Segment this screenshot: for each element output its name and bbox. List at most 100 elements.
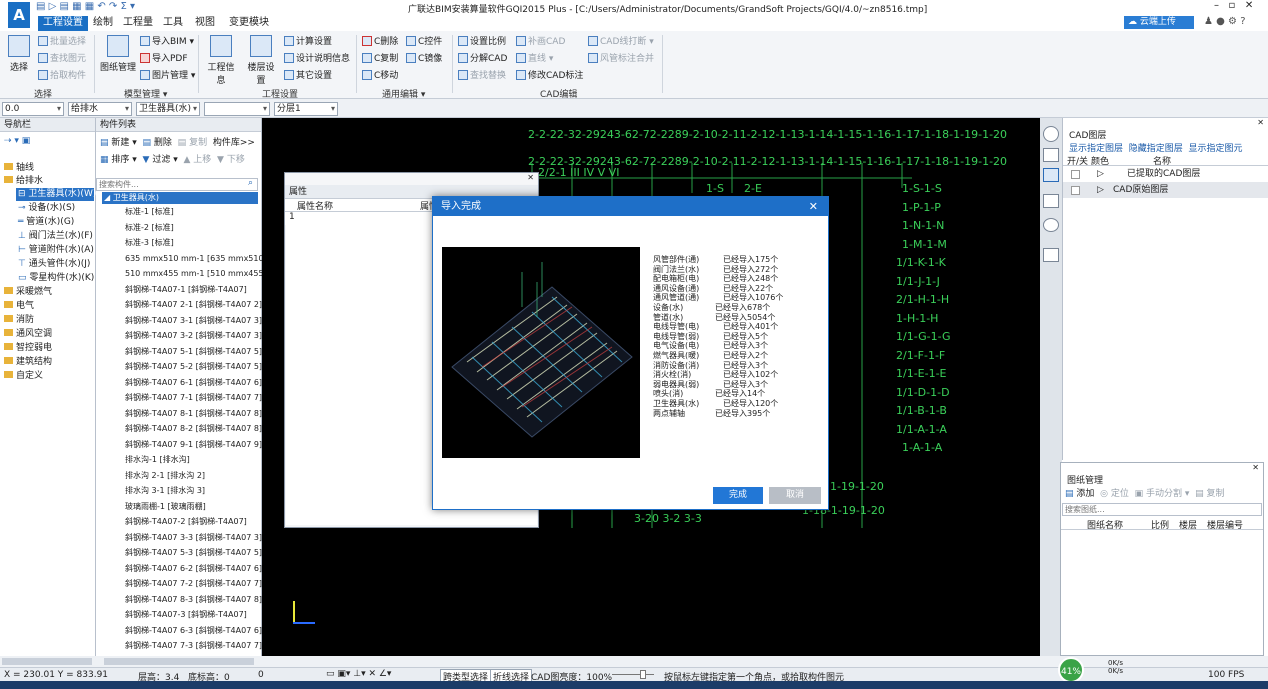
cloud-upload-button[interactable]: ☁ 云端上传 [1124,16,1194,29]
merge-annot-button[interactable]: 风管标注合并 [588,53,654,65]
fill-cad-button[interactable]: 补画CAD [516,36,565,48]
split-cad-button[interactable]: 分解CAD [458,53,507,65]
component-list-item[interactable]: 排水沟-1 [排水沟] [125,454,190,465]
project-info-button[interactable]: 工程信息 [204,35,238,86]
tab-change-module[interactable]: 变更模块 [224,16,274,29]
import-pdf-button[interactable]: 导入PDF [140,53,188,65]
nav-item-water[interactable]: 给排水 [4,175,43,188]
floor-select[interactable]: 分层1 [274,102,338,116]
c-delete-button[interactable]: C删除 [362,36,398,48]
close-icon[interactable]: ✕ [809,197,818,216]
cad-layer-close-icon[interactable]: ✕ [1063,118,1268,128]
c-mirror-button[interactable]: C镜像 [406,53,442,65]
component-list-item[interactable]: 斜钢梯-T4A07 3-2 [斜钢梯-T4A07 3] [125,330,262,341]
nav-item-axis[interactable]: 轴线 [4,162,34,175]
component-list-item[interactable]: 斜钢梯-T4A07 7-2 [斜钢梯-T4A07 7] [125,578,262,589]
quick-access-icons[interactable]: ▤ ▷ ▤ ▦ ▦ ↶ ↷ Σ ▾ [36,1,135,12]
window-controls[interactable]: – ▫ ✕ [1214,0,1253,11]
nav-item-misc[interactable]: ▭ 零星构件(水)(K) [18,272,94,285]
view-3d-icon[interactable] [1043,194,1059,208]
component-list-item[interactable]: 斜钢梯-T4A07 8-3 [斜钢梯-T4A07 8] [125,594,262,605]
component-list-item[interactable]: 排水沟 3-1 [排水沟 3] [125,485,205,496]
rotate-view-icon[interactable] [1043,126,1059,142]
image-mgmt-button[interactable]: 图片管理 ▾ [140,70,195,82]
view-top-icon[interactable] [1043,168,1059,182]
component-list-item[interactable]: 斜钢梯-T4A07 6-2 [斜钢梯-T4A07 6] [125,563,262,574]
delete-button[interactable]: ▤ 删除 [143,138,172,148]
floor-settings-button[interactable]: 楼层设置 [244,35,278,86]
component-root-node[interactable]: ◢ 卫生器具(水) [102,192,258,204]
select-button[interactable]: 选择 [6,35,32,73]
modify-cad-button[interactable]: 修改CAD标注 [516,70,583,82]
refresh-icon[interactable] [1043,218,1059,232]
batch-select-button[interactable]: 批量选择 [38,36,86,48]
show-element-button[interactable]: 显示指定图元 [1189,144,1243,154]
cad-break-button[interactable]: CAD线打断 ▾ [588,36,654,48]
component-lib-button[interactable]: 构件库>> [213,138,255,148]
move-down-button[interactable]: ▼ 下移 [217,155,245,165]
line-button[interactable]: 直线 ▾ [516,53,553,65]
nav-item-accessory[interactable]: ⊢ 管道附件(水)(A) [18,244,94,257]
tab-project-settings[interactable]: 工程设置 [38,16,88,31]
nav-item-fire[interactable]: 消防 [4,314,34,327]
set-scale-button[interactable]: 设置比例 [458,36,506,48]
nav-scrollbar[interactable] [2,658,92,665]
tab-view[interactable]: 视图 [190,16,220,29]
new-button[interactable]: ▤ 新建 ▾ [100,138,137,148]
other-settings-button[interactable]: 其它设置 [284,70,332,82]
sort-button[interactable]: ▦ 排序 ▾ [100,155,137,165]
view-2d-icon[interactable] [1043,148,1059,162]
c-copy-button[interactable]: C复制 [362,53,398,65]
discipline-select[interactable]: 给排水 [68,102,132,116]
component-list-item[interactable]: 斜钢梯-T4A07-1 [斜钢梯-T4A07] [125,284,247,295]
component-type-select[interactable]: 卫生器具(水) [136,102,200,116]
nav-item-lowvoltage[interactable]: 智控弱电 [4,342,52,355]
drawing-copy-button[interactable]: ▤ 复制 [1195,489,1224,499]
slider-handle[interactable] [640,670,646,679]
component-list-item[interactable]: 斜钢梯-T4A07 9-1 [斜钢梯-T4A07 9] [125,439,262,450]
find-element-button[interactable]: 查找图元 [38,53,86,65]
component-list-item[interactable]: 斜钢梯-T4A07 8-1 [斜钢梯-T4A07 8] [125,408,262,419]
nav-item-heating[interactable]: 采暖燃气 [4,286,52,299]
locate-button[interactable]: ◎ 定位 [1100,489,1129,499]
component-list-item[interactable]: 斜钢梯-T4A07-2 [斜钢梯-T4A07] [125,516,247,527]
tab-tools[interactable]: 工具 [158,16,188,29]
component-list-item[interactable]: 斜钢梯-T4A07 8-2 [斜钢梯-T4A07 8] [125,423,262,434]
elevation-select[interactable]: 0.0 [2,102,64,116]
component-select[interactable] [204,102,270,116]
tab-draw[interactable]: 绘制 [88,16,118,29]
find-replace-button[interactable]: 查找替换 [458,70,506,82]
app-logo-icon[interactable]: A [8,2,30,28]
cad-layer-row[interactable]: ▷ CAD原始图层 [1063,182,1268,198]
layer-checkbox[interactable] [1071,170,1080,179]
c-move-button[interactable]: C移动 [362,70,398,82]
search-icon[interactable]: ⌕ [248,178,253,188]
nav-item-valve[interactable]: ⊥ 阀门法兰(水)(F) [18,230,93,243]
nav-toolbar-icons[interactable]: ⇢ ▾ ▣ [4,136,30,146]
component-list-item[interactable]: 玻璃雨棚-1 [玻璃雨棚] [125,501,206,512]
component-list-item[interactable]: 标准-2 [标准] [125,222,174,233]
component-scrollbar[interactable] [104,658,254,665]
nav-item-fitting[interactable]: ⊤ 通头管件(水)(J) [18,258,90,271]
help-icons[interactable]: ♟ ● ⚙ ? [1204,16,1246,27]
component-list-item[interactable]: 635 mmx510 mm-1 [635 mmx510 mm] [125,253,285,264]
calc-settings-button[interactable]: 计算设置 [284,36,332,48]
hide-layer-button[interactable]: 隐藏指定图层 [1129,144,1183,154]
component-list-item[interactable]: 斜钢梯-T4A07 6-1 [斜钢梯-T4A07 6] [125,377,262,388]
copy-button[interactable]: ▤ 复制 [178,138,207,148]
nav-item-hvac[interactable]: 通风空调 [4,328,52,341]
drawing-search-input[interactable] [1062,503,1262,516]
c-control-button[interactable]: C控件 [406,36,442,48]
component-list-item[interactable]: 排水沟 2-1 [排水沟 2] [125,470,205,481]
show-layer-button[interactable]: 显示指定图层 [1069,144,1123,154]
nav-item-custom[interactable]: 自定义 [4,370,43,383]
design-desc-button[interactable]: 设计说明信息 [284,53,350,65]
properties-close-icon[interactable]: ✕ [285,173,538,185]
drawing-mgr-close-icon[interactable]: ✕ [1061,463,1263,473]
component-list-item[interactable]: 斜钢梯-T4A07 3-3 [斜钢梯-T4A07 3] [125,532,262,543]
nav-item-electric[interactable]: 电气 [4,300,34,313]
component-list-item[interactable]: 斜钢梯-T4A07 7-1 [斜钢梯-T4A07 7] [125,392,262,403]
move-up-button[interactable]: ▲ 上移 [183,155,211,165]
component-list-item[interactable]: 斜钢梯-T4A07 3-1 [斜钢梯-T4A07 3] [125,315,262,326]
component-list-item[interactable]: 510 mmx455 mm-1 [510 mmx455 mm] [125,268,285,279]
